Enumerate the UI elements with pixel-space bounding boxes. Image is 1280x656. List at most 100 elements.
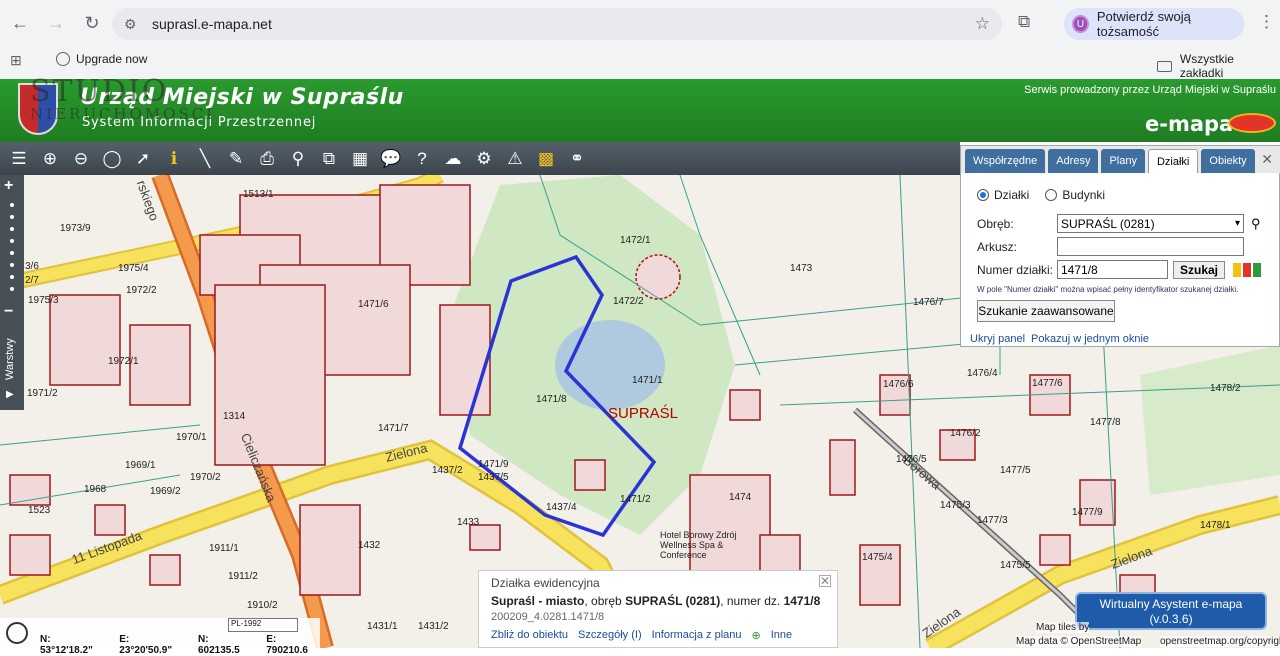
search-icon[interactable]: ⚲ [1251,216,1261,232]
measure-icon[interactable]: ╲ [192,146,218,172]
zoom-in-icon[interactable]: ⊕ [37,146,63,172]
watermark-big: STUDIO [30,74,169,109]
parcel-label: 1972/1 [108,356,139,367]
locate-icon[interactable]: ⚲ [285,146,311,172]
settings-icon[interactable]: ⚙ [471,146,497,172]
plus-circle-icon[interactable]: ⊕ [752,629,761,642]
measure-area-icon[interactable]: ✎ [223,146,249,172]
attribution-data: Map data © OpenStreetMap [1016,636,1142,647]
forward-arrow-icon[interactable]: → [40,7,72,39]
numer-label: Numer działki: [977,263,1054,277]
show-one-window-link[interactable]: Pokazuj w jednym oknie [1031,333,1149,345]
address-bar[interactable]: ⚙ suprasl.e-mapa.net ☆ [112,8,1002,40]
tab-wspolrzedne[interactable]: Współrzędne [965,149,1046,173]
parcel-label: 1513/1 [243,189,274,200]
parcel-label: 1910/2 [247,600,278,611]
parcel-label: 1477/3 [977,515,1008,526]
search-button[interactable]: Szukaj [1173,261,1225,279]
lat-value: N: 53°12'18.2" [40,634,93,656]
close-icon[interactable]: ✕ [819,574,831,588]
details-link[interactable]: Szczegóły (I) [578,629,642,642]
parcel-label: 1314 [223,411,246,422]
green-area-east [1140,345,1280,495]
layers-side-tab[interactable]: Warstwy [4,338,16,380]
bookmark-upgrade[interactable]: Upgrade now [56,52,147,66]
plan-info-link[interactable]: Informacja z planu [652,629,742,642]
watermark: STUDIO NIERUCHOMOŚCI [30,74,215,123]
virtual-assistant-button[interactable]: Wirtualny Asystent e-mapa (v.0.3.6) [1075,592,1267,630]
radio-budynki[interactable] [1045,189,1058,201]
parcel-label: 1477/8 [1090,417,1121,428]
radio-dzialki-label: Działki [994,188,1030,202]
expand-layers-icon[interactable]: ▶ [6,389,14,400]
tab-adresy[interactable]: Adresy [1048,149,1099,173]
export-icon[interactable]: ⧉ [316,146,342,172]
close-icon[interactable]: ✕ [1261,151,1273,168]
parcel-label: 1969/1 [125,460,156,471]
parcel-label: 1971/2 [27,388,58,399]
parcel-label: 1476/6 [883,379,914,390]
parcel-label: 1431/1 [367,621,398,632]
parcel-label: 3/6 [25,261,39,272]
zoom-minus-icon[interactable]: − [4,303,13,321]
color-grid-icon[interactable]: ▩ [533,146,559,172]
bookmark-star-icon[interactable]: ☆ [975,14,990,34]
search-panel: Współrzędne Adresy Plany Działki Obiekty… [960,145,1280,347]
parcel-label: 1433 [457,517,480,528]
back-arrow-icon[interactable]: ← [4,7,36,39]
share-icon[interactable]: ⚭ [564,146,590,172]
popup-location: Supraśl - miasto [491,594,585,608]
tab-plany[interactable]: Plany [1101,149,1145,173]
profile-button[interactable]: U Potwierdź swoją tożsamość [1064,8,1244,40]
select-icon[interactable]: ➚ [130,146,156,172]
parcel-label: 1476/2 [950,428,981,439]
extensions-icon[interactable]: ⧉ [1018,12,1030,32]
parcel-label: 1432 [358,540,381,551]
parcel-label: 1472/2 [613,296,644,307]
menu-kebab-icon[interactable]: ⋮ [1258,12,1275,32]
parcel-label: 1476/5 [896,454,927,465]
layout-icon[interactable]: ▦ [347,146,373,172]
watermark-small: NIERUCHOMOŚCI [30,105,216,123]
zoom-extent-icon[interactable]: ◯ [99,146,125,172]
swatch-red[interactable] [1243,263,1251,277]
parcel-label: 1475/4 [862,552,893,563]
radio-dzialki[interactable] [977,189,989,201]
apps-grid-icon[interactable]: ⊞ [10,52,22,69]
hint-text: W pole "Numer działki" można wpisać pełn… [977,285,1239,294]
zoom-plus-icon[interactable]: + [4,177,13,195]
print-icon[interactable]: ⎙ [254,146,280,172]
parcel-label: 2/7 [25,275,39,286]
tab-dzialki[interactable]: Działki [1147,149,1199,173]
reload-icon[interactable]: ↻ [76,7,108,39]
arkusz-input[interactable] [1057,237,1244,256]
n-coord: N: 602135.5 [197,634,240,656]
zoom-out-icon[interactable]: ⊖ [68,146,94,172]
warning-icon[interactable]: ⚠ [502,146,528,172]
emapa-brand: e-mapa [1145,112,1234,136]
projection-select[interactable]: PL-1992 [228,618,298,632]
attribution-link[interactable]: openstreetmap.org/copyright [1160,636,1280,647]
attribution-tiles: Map tiles by [1036,622,1090,633]
help-icon[interactable]: ? [409,146,435,172]
zoom-to-object-link[interactable]: Zbliż do obiektu [491,629,568,642]
other-link[interactable]: Inne [771,629,792,642]
zoom-bar: + − Warstwy ▶ [0,175,24,410]
parcel-label: 1968 [84,484,107,495]
obreb-select[interactable]: SUPRAŚL (0281) ▾ [1057,214,1244,233]
site-info-icon[interactable]: ⚙ [124,16,140,33]
info-icon[interactable]: ℹ [161,146,187,172]
swatch-yellow[interactable] [1233,263,1241,277]
swatch-green[interactable] [1253,263,1261,277]
popup-obreb: SUPRAŚL (0281) [625,594,721,608]
parcel-label: 1975/4 [118,263,149,274]
rotunda [635,254,681,300]
hide-panel-link[interactable]: Ukryj panel [970,333,1025,345]
all-bookmarks[interactable]: Wszystkie zakładki [1157,52,1280,80]
download-icon[interactable]: ☁ [440,146,466,172]
numer-input[interactable]: 1471/8 [1057,260,1168,279]
tab-obiekty[interactable]: Obiekty [1201,149,1255,173]
comment-icon[interactable]: 💬 [378,146,404,172]
layers-icon[interactable]: ☰ [6,146,32,172]
advanced-search-button[interactable]: Szukanie zaawansowane [977,300,1115,322]
